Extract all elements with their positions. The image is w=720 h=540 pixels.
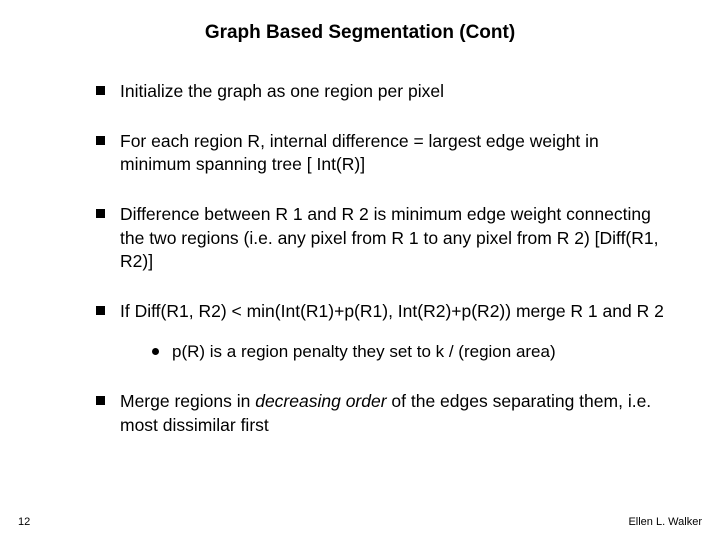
list-item: p(R) is a region penalty they set to k /… (148, 341, 670, 364)
list-item: If Diff(R1, R2) < min(Int(R1)+p(R1), Int… (90, 300, 670, 365)
sub-bullet-list: p(R) is a region penalty they set to k /… (148, 341, 670, 364)
slide-title: Graph Based Segmentation (Cont) (0, 0, 720, 54)
list-item: Merge regions in decreasing order of the… (90, 390, 670, 437)
page-number: 12 (18, 516, 30, 528)
slide-content: Initialize the graph as one region per p… (0, 80, 720, 438)
list-item: Initialize the graph as one region per p… (90, 80, 670, 104)
bullet-text-em: decreasing order (255, 391, 386, 411)
bullet-text-pre: Merge regions in (120, 391, 255, 411)
bullet-text: If Diff(R1, R2) < min(Int(R1)+p(R1), Int… (120, 301, 664, 321)
bullet-list: Initialize the graph as one region per p… (90, 80, 670, 438)
list-item: Difference between R 1 and R 2 is minimu… (90, 203, 670, 274)
footer-author: Ellen L. Walker (628, 516, 702, 528)
list-item: For each region R, internal difference =… (90, 130, 670, 177)
